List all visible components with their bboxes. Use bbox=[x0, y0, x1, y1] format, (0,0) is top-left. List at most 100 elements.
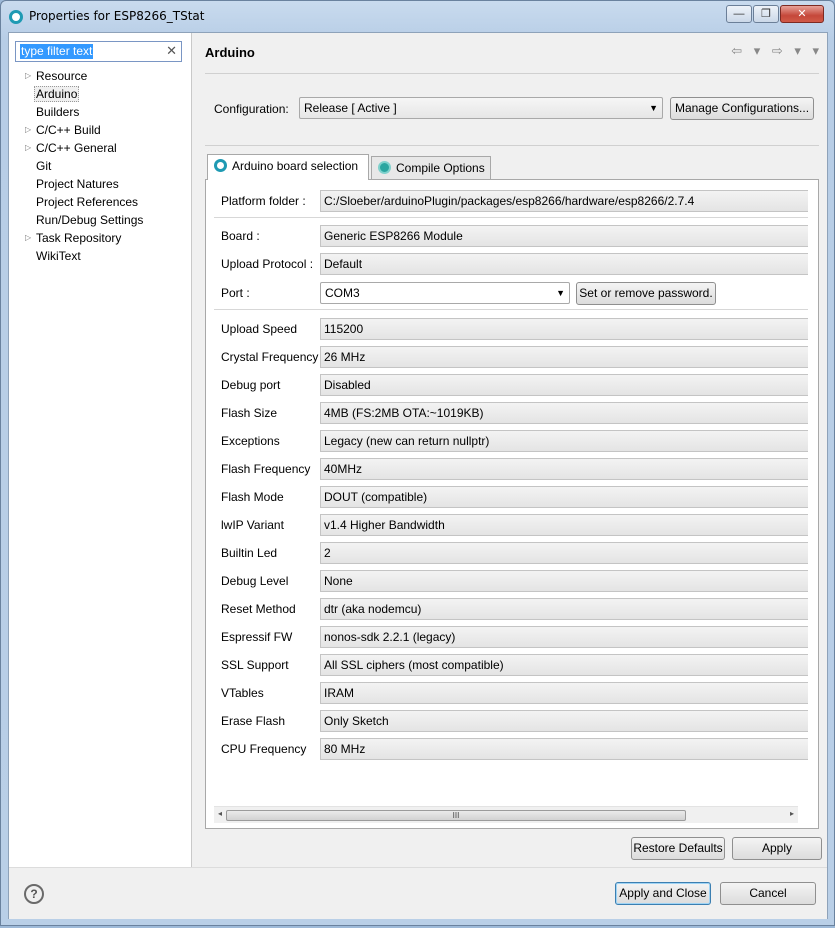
port-label: Port : bbox=[221, 286, 250, 300]
manage-configurations-button[interactable]: Manage Configurations... bbox=[670, 97, 814, 120]
option-select[interactable]: 26 MHz bbox=[320, 346, 808, 368]
property-page: Arduino ⇦ ▾ ⇨ ▾ ▾ Configuration: Release… bbox=[193, 33, 827, 867]
tree-item-project-natures[interactable]: Project Natures bbox=[9, 175, 191, 193]
option-row: Upload Speed 115200 bbox=[214, 318, 808, 340]
tree-item-label: C/C++ General bbox=[36, 141, 117, 155]
scroll-right-icon[interactable]: ▸ bbox=[790, 809, 794, 818]
tree-item-git[interactable]: Git bbox=[9, 157, 191, 175]
option-select[interactable]: v1.4 Higher Bandwidth bbox=[320, 514, 808, 536]
option-label: Debug Level bbox=[221, 574, 289, 588]
separator bbox=[214, 309, 808, 310]
configuration-label: Configuration: bbox=[214, 102, 289, 116]
horizontal-scrollbar[interactable]: ◂ III ▸ bbox=[214, 806, 798, 823]
title-divider bbox=[205, 73, 819, 74]
upload-protocol-label: Upload Protocol : bbox=[221, 257, 314, 271]
option-row: Flash Mode DOUT (compatible) bbox=[214, 486, 808, 508]
option-select[interactable]: dtr (aka nodemcu) bbox=[320, 598, 808, 620]
set-password-button[interactable]: Set or remove password. bbox=[576, 282, 716, 305]
scroll-left-icon[interactable]: ◂ bbox=[218, 809, 222, 818]
tab-arduino-board-selection[interactable]: Arduino board selection bbox=[207, 154, 369, 180]
option-select[interactable]: 40MHz bbox=[320, 458, 808, 480]
option-select[interactable]: DOUT (compatible) bbox=[320, 486, 808, 508]
option-row: VTables IRAM bbox=[214, 682, 808, 704]
option-select[interactable]: 4MB (FS:2MB OTA:~1019KB) bbox=[320, 402, 808, 424]
restore-defaults-button[interactable]: Restore Defaults bbox=[631, 837, 725, 860]
board-label: Board : bbox=[221, 229, 260, 243]
option-row: SSL Support All SSL ciphers (most compati… bbox=[214, 654, 808, 676]
title-bar[interactable]: Properties for ESP8266_TStat — ❐ ✕ bbox=[1, 1, 834, 31]
option-select[interactable]: 80 MHz bbox=[320, 738, 808, 760]
tree-item-label: Resource bbox=[36, 69, 88, 83]
option-select[interactable]: All SSL ciphers (most compatible) bbox=[320, 654, 808, 676]
upload-protocol-select[interactable]: Default bbox=[320, 253, 808, 275]
option-row: Espressif FW nonos-sdk 2.2.1 (legacy) bbox=[214, 626, 808, 648]
tree-item-label: Task Repository bbox=[36, 231, 122, 245]
clear-filter-icon[interactable]: ✕ bbox=[166, 43, 177, 59]
expand-arrow-icon[interactable]: ▷ bbox=[25, 121, 31, 139]
option-select[interactable]: Disabled bbox=[320, 374, 808, 396]
property-tree-pane: type filter text ✕ ▷ Resource Arduino Build… bbox=[9, 33, 192, 867]
option-label: Espressif FW bbox=[221, 630, 293, 644]
configuration-select[interactable]: Release [ Active ] ▼ bbox=[299, 97, 663, 119]
window-title: Properties for ESP8266_TStat bbox=[29, 9, 205, 23]
cancel-button[interactable]: Cancel bbox=[720, 882, 816, 905]
tab-compile-options[interactable]: Compile Options bbox=[371, 156, 491, 180]
close-button[interactable]: ✕ bbox=[780, 5, 824, 23]
port-select[interactable]: COM3 ▼ bbox=[320, 282, 570, 304]
option-select[interactable]: nonos-sdk 2.2.1 (legacy) bbox=[320, 626, 808, 648]
help-icon[interactable]: ? bbox=[24, 884, 44, 904]
filter-input[interactable]: type filter text ✕ bbox=[15, 41, 182, 62]
tree-item-c-c-build[interactable]: ▷ C/C++ Build bbox=[9, 121, 191, 139]
option-label: Debug port bbox=[221, 378, 281, 392]
platform-folder-field[interactable]: C:/Sloeber/arduinoPlugin/packages/esp826… bbox=[320, 190, 808, 212]
tree-item-label: Arduino bbox=[34, 86, 80, 102]
tree-item-run-debug-settings[interactable]: Run/Debug Settings bbox=[9, 211, 191, 229]
config-divider bbox=[205, 145, 819, 146]
option-select[interactable]: IRAM bbox=[320, 682, 808, 704]
option-label: Flash Size bbox=[221, 406, 278, 420]
board-select[interactable]: Generic ESP8266 Module bbox=[320, 225, 808, 247]
tree-item-c-c-general[interactable]: ▷ C/C++ General bbox=[9, 139, 191, 157]
option-row: Exceptions Legacy (new can return nullptr… bbox=[214, 430, 808, 452]
platform-folder-label: Platform folder : bbox=[221, 194, 306, 208]
dropdown-arrow-icon: ▼ bbox=[649, 103, 658, 113]
option-row: Reset Method dtr (aka nodemcu) bbox=[214, 598, 808, 620]
properties-window: Properties for ESP8266_TStat — ❐ ✕ type … bbox=[0, 0, 835, 926]
option-label: VTables bbox=[221, 686, 264, 700]
minimize-button[interactable]: — bbox=[726, 5, 752, 23]
board-settings-list[interactable]: Platform folder : C:/Sloeber/arduinoPlug… bbox=[214, 186, 808, 804]
expand-arrow-icon[interactable]: ▷ bbox=[25, 229, 31, 247]
option-select[interactable]: 2 bbox=[320, 542, 808, 564]
option-row: Debug port Disabled bbox=[214, 374, 808, 396]
apply-button[interactable]: Apply bbox=[732, 837, 822, 860]
port-value: COM3 bbox=[325, 286, 360, 300]
tree-item-arduino[interactable]: Arduino bbox=[9, 85, 191, 103]
tree-item-task-repository[interactable]: ▷ Task Repository bbox=[9, 229, 191, 247]
tree-item-resource[interactable]: ▷ Resource bbox=[9, 67, 191, 85]
option-label: Builtin Led bbox=[221, 546, 278, 560]
option-row: Crystal Frequency 26 MHz bbox=[214, 346, 808, 368]
nav-arrows-icon[interactable]: ⇦ ▾ ⇨ ▾ ▾ bbox=[731, 43, 823, 59]
option-select[interactable]: Only Sketch bbox=[320, 710, 808, 732]
tree-item-builders[interactable]: Builders bbox=[9, 103, 191, 121]
eclipse-gear-icon bbox=[9, 10, 23, 24]
option-select[interactable]: Legacy (new can return nullptr) bbox=[320, 430, 808, 452]
separator bbox=[214, 217, 808, 218]
option-label: CPU Frequency bbox=[221, 742, 307, 756]
apply-and-close-button[interactable]: Apply and Close bbox=[615, 882, 711, 905]
tree-item-label: Project References bbox=[36, 195, 139, 209]
port-row: Port : COM3 ▼ Set or remove password. bbox=[214, 282, 808, 305]
expand-arrow-icon[interactable]: ▷ bbox=[25, 139, 31, 157]
option-label: lwIP Variant bbox=[221, 518, 284, 532]
expand-arrow-icon[interactable]: ▷ bbox=[25, 67, 31, 85]
scrollbar-thumb[interactable]: III bbox=[226, 810, 686, 821]
tree-item-wikitext[interactable]: WikiText bbox=[9, 247, 191, 265]
maximize-button[interactable]: ❐ bbox=[753, 5, 779, 23]
tree-item-project-references[interactable]: Project References bbox=[9, 193, 191, 211]
arduino-board-panel: Platform folder : C:/Sloeber/arduinoPlug… bbox=[205, 179, 819, 829]
filter-text: type filter text bbox=[20, 44, 94, 59]
dropdown-arrow-icon: ▼ bbox=[556, 288, 565, 298]
option-select[interactable]: 115200 bbox=[320, 318, 808, 340]
option-label: Upload Speed bbox=[221, 322, 298, 336]
option-select[interactable]: None bbox=[320, 570, 808, 592]
